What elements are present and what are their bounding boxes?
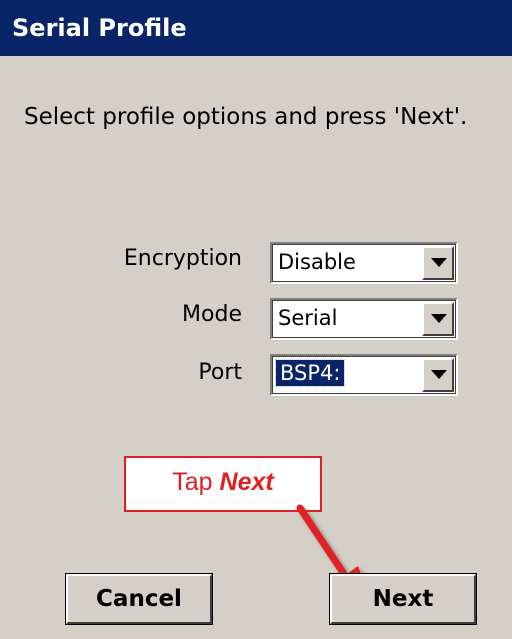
cancel-button[interactable]: Cancel	[65, 573, 213, 625]
next-button[interactable]: Next	[329, 573, 477, 625]
red-arrow-icon	[296, 504, 372, 604]
